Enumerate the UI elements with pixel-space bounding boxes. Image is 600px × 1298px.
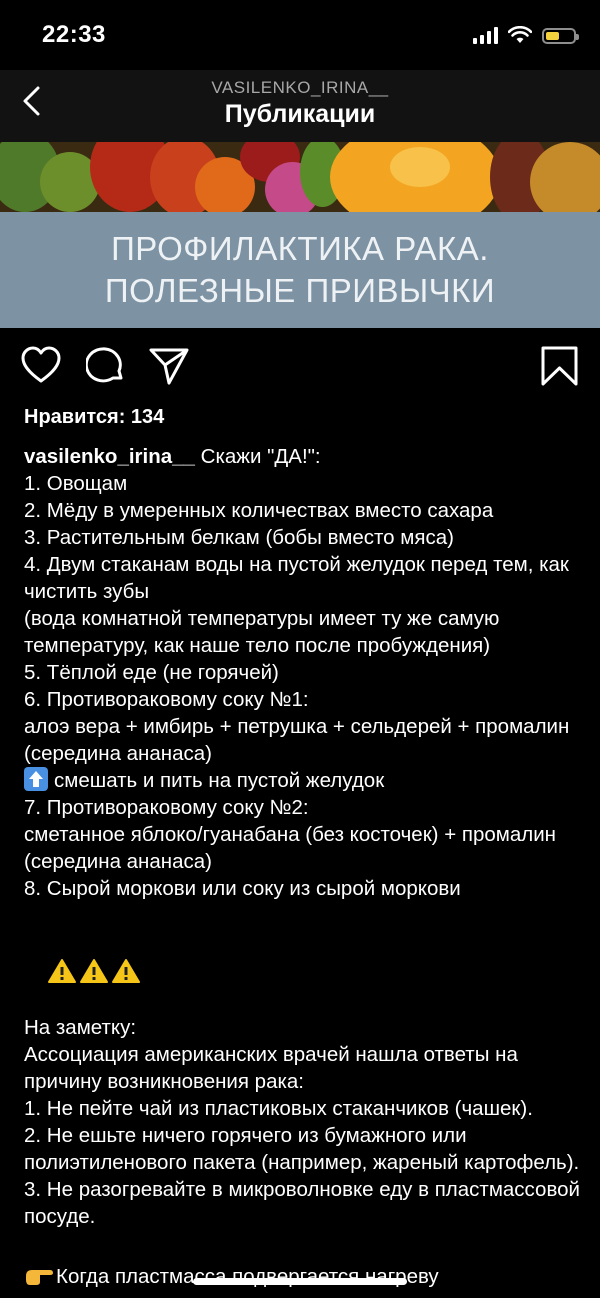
page-title: Публикации xyxy=(224,100,376,128)
banner-title-line1: ПРОФИЛАКТИКА РАКА. xyxy=(111,230,489,267)
warning-emoji-icon xyxy=(111,959,140,983)
post-image[interactable]: ПРОФИЛАКТИКА РАКА. ПОЛЕЗНЫЕ ПРИВЫЧКИ xyxy=(0,142,600,328)
pointing-hand-emoji-icon xyxy=(26,1270,53,1285)
wifi-icon xyxy=(508,26,532,43)
warning-emoji-icon xyxy=(47,959,76,983)
share-button[interactable] xyxy=(149,346,189,386)
like-button[interactable] xyxy=(21,346,61,386)
caption-username[interactable]: vasilenko_irina__ xyxy=(24,445,195,468)
nav-username: VASILENKO_IRINA__ xyxy=(211,78,389,97)
post-banner: ПРОФИЛАКТИКА РАКА. ПОЛЕЗНЫЕ ПРИВЫЧКИ xyxy=(0,212,600,328)
caption-line: 2. Не ешьте ничего горячего из бумажного… xyxy=(24,1124,580,1174)
status-icons xyxy=(473,26,579,44)
caption-line: 3. Растительным белкам (бобы вместо мяса… xyxy=(24,526,454,549)
caption-line: 6. Противораковому соку №1: xyxy=(24,688,309,711)
caption-line: сметанное яблоко/гуанабана (без косточек… xyxy=(24,823,562,873)
caption-line: 3. Не разогревайте в микроволновке еду в… xyxy=(24,1178,586,1228)
status-time: 22:33 xyxy=(42,21,106,48)
caption-line: алоэ вера + имбирь + петрушка + сельдере… xyxy=(24,715,576,765)
caption-intro: Скажи "ДА!": xyxy=(194,445,321,468)
caption-line: (вода комнатной температуры имеет ту же … xyxy=(24,607,506,657)
caption-line: 8. Сырой моркови или соку из сырой морко… xyxy=(24,877,461,900)
banner-title-line2: ПОЛЕЗНЫЕ ПРИВЫЧКИ xyxy=(104,272,496,309)
warning-emoji-icon xyxy=(79,959,108,983)
caption-line: 1. Не пейте чай из пластиковых стаканчик… xyxy=(24,1097,533,1120)
caption-line-with-emoji: Когда пластмасса подвергается нагреву xyxy=(24,1257,580,1290)
battery-icon xyxy=(542,28,579,44)
caption-line-with-emoji: смешать и пить на пустой желудок xyxy=(24,767,580,794)
comment-button[interactable] xyxy=(86,346,126,386)
caption-line: 2. Мёду в умеренных количествах вместо с… xyxy=(24,499,494,522)
warning-emoji-row xyxy=(24,929,580,1014)
status-bar: 22:33 xyxy=(0,0,600,70)
save-button[interactable] xyxy=(540,346,580,386)
caption-line: 4. Двум стаканам воды на пустой желудок … xyxy=(24,553,575,603)
post-caption: vasilenko_irina__ Скажи "ДА!": 1. Овощам… xyxy=(24,443,580,1290)
up-arrow-emoji-icon xyxy=(24,767,48,791)
cellular-signal-icon xyxy=(473,26,498,44)
home-indicator[interactable] xyxy=(193,1278,407,1285)
caption-header: vasilenko_irina__ Скажи "ДА!": xyxy=(24,443,580,470)
caption-line: 5. Тёплой еде (не горячей) xyxy=(24,661,279,684)
likes-count[interactable]: Нравится: 134 xyxy=(24,406,164,429)
caption-line-text: смешать и пить на пустой желудок xyxy=(54,769,385,792)
vegetables-photo xyxy=(0,142,600,212)
caption-line: Ассоциация американских врачей нашла отв… xyxy=(24,1043,524,1093)
caption-line: 1. Овощам xyxy=(24,472,128,495)
caption-line: 7. Противораковому соку №2: xyxy=(24,796,309,819)
post-actions xyxy=(0,328,600,408)
nav-header: VASILENKO_IRINA__ Публикации xyxy=(0,70,600,142)
caption-line: На заметку: xyxy=(24,1016,137,1039)
